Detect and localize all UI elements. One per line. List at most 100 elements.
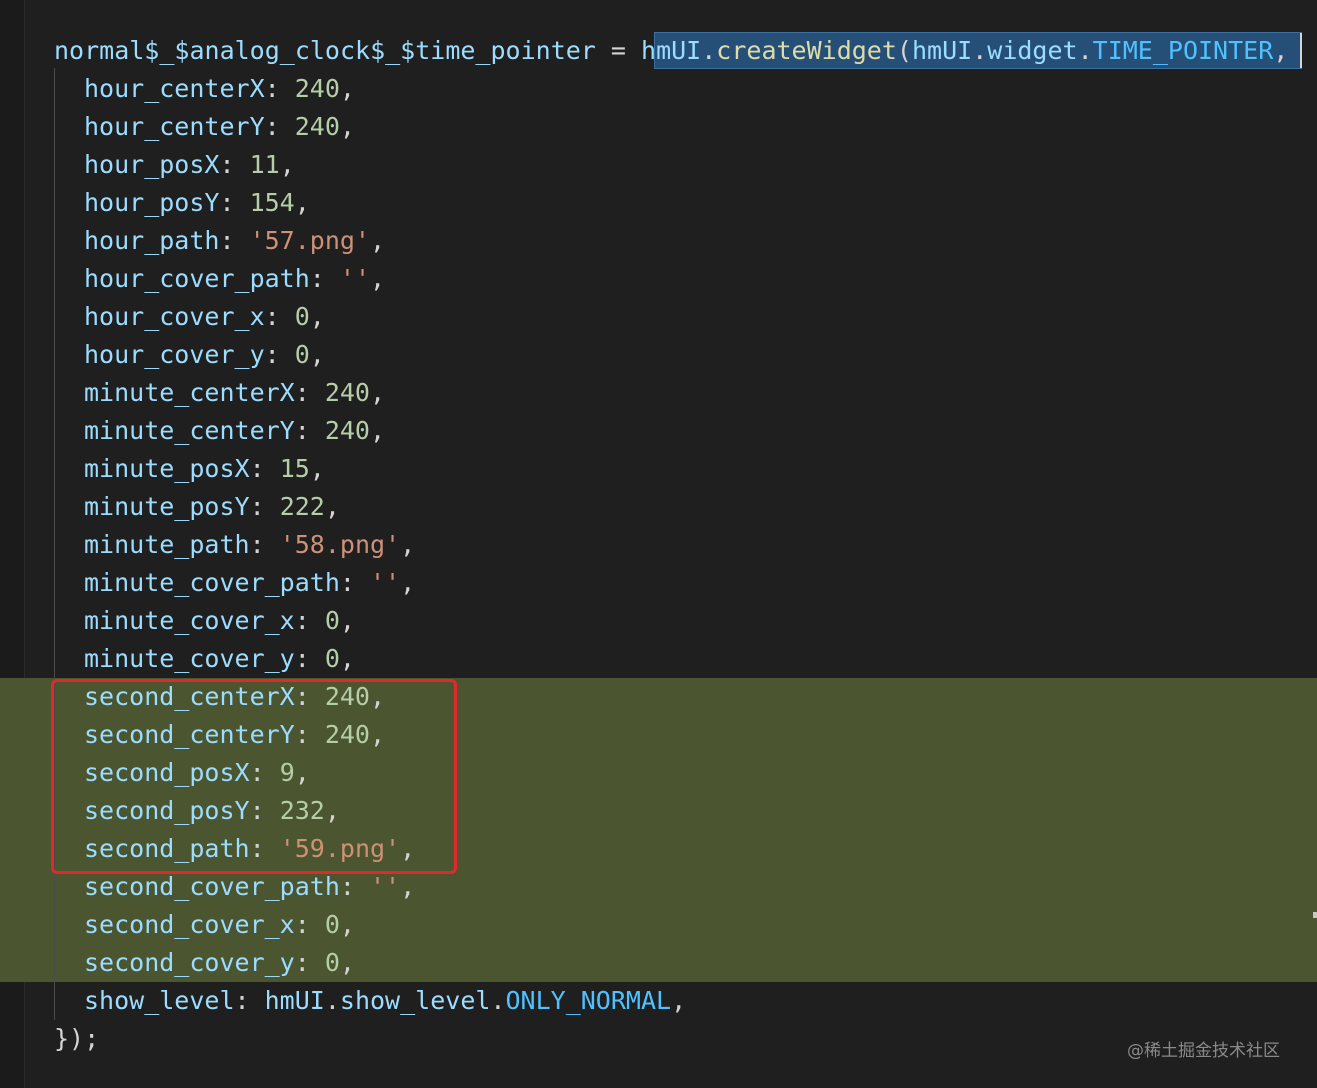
comma-token: ,	[369, 416, 386, 445]
property-value: 15	[279, 454, 310, 483]
property-key: second_cover_y	[84, 948, 295, 977]
code-line-property[interactable]: hour_cover_y: 0,	[54, 336, 1288, 374]
code-line-property[interactable]: minute_cover_y: 0,	[54, 640, 1288, 678]
comma-token: ,	[339, 910, 355, 939]
code-line-property[interactable]: minute_cover_x: 0,	[54, 602, 1288, 640]
code-line-property[interactable]: minute_cover_path: '',	[54, 564, 1288, 602]
code-line-property[interactable]: hour_cover_path: '',	[54, 260, 1288, 298]
code-line-property[interactable]: minute_posX: 15,	[54, 450, 1288, 488]
property-value: 0	[294, 340, 310, 369]
comma-token: ,	[339, 112, 355, 141]
property-value: ''	[339, 264, 370, 293]
property-key: minute_posX	[84, 454, 250, 483]
property-key: minute_path	[84, 530, 250, 559]
comma-token: ,	[369, 378, 386, 407]
closing-token: });	[54, 1024, 100, 1053]
property-key: minute_posY	[84, 492, 250, 521]
var-name-token: normal$_$analog_clock$_$time_pointer	[54, 36, 596, 65]
separator-token: :	[294, 644, 325, 673]
separator-token: :	[264, 302, 295, 331]
comma-token: ,	[279, 150, 295, 179]
property-token: widget	[987, 36, 1078, 65]
separator-token: :	[264, 112, 295, 141]
code-line-property[interactable]: hour_cover_x: 0,	[54, 298, 1288, 336]
code-line-property[interactable]: hour_path: '57.png',	[54, 222, 1288, 260]
comma-token: ,	[294, 188, 310, 217]
property-value: 0	[324, 910, 340, 939]
code-line-property[interactable]: second_cover_x: 0,	[54, 906, 1288, 944]
code-line-property[interactable]: hour_posY: 154,	[54, 184, 1288, 222]
comma-token: ,	[400, 530, 416, 559]
separator-token: :	[294, 606, 325, 635]
property-key: minute_centerY	[84, 416, 295, 445]
annotation-highlight-box	[51, 679, 457, 874]
code-line-property[interactable]: minute_centerY: 240,	[54, 412, 1288, 450]
code-line-show-level[interactable]: show_level: hmUI.show_level.ONLY_NORMAL,	[54, 982, 1288, 1020]
assign-token: =	[595, 36, 642, 65]
separator-token: :	[294, 378, 325, 407]
code-lines[interactable]: normal$_$analog_clock$_$time_pointer = h…	[54, 32, 1288, 1058]
property-key: hour_cover_path	[84, 264, 310, 293]
property-value: 222	[279, 492, 325, 521]
code-line-header[interactable]: normal$_$analog_clock$_$time_pointer = h…	[54, 32, 1288, 70]
comma-token: ,	[339, 948, 355, 977]
comma-token: ,	[400, 872, 416, 901]
object-token: hmUI	[911, 36, 973, 65]
code-line-property[interactable]: minute_centerX: 240,	[54, 374, 1288, 412]
separator-token: :	[219, 188, 250, 217]
comma-token: ,	[339, 644, 355, 673]
property-key: hour_path	[84, 226, 220, 255]
comma-token: ,	[370, 264, 386, 293]
code-line-closing[interactable]: });	[54, 1020, 1288, 1058]
separator-token: :	[339, 568, 370, 597]
comma-token: ,	[309, 340, 325, 369]
property-value: 0	[324, 606, 340, 635]
comma-token: ,	[370, 226, 386, 255]
code-line-property[interactable]: second_cover_y: 0,	[54, 944, 1288, 982]
constant-token: TIME_POINTER	[1092, 36, 1274, 65]
property-value: 0	[324, 644, 340, 673]
separator-token: :	[249, 530, 280, 559]
property-key: second_cover_x	[84, 910, 295, 939]
property-value: 0	[294, 302, 310, 331]
property-value: 240	[324, 416, 370, 445]
paren-token: (	[896, 36, 912, 65]
separator-token: :	[309, 264, 340, 293]
text-cursor	[1300, 33, 1302, 68]
property-key: hour_centerX	[84, 74, 265, 103]
property-value: 240	[324, 378, 370, 407]
separator-token: :	[294, 416, 325, 445]
scrollbar-marker	[1313, 912, 1317, 918]
property-value: ''	[369, 568, 401, 597]
comma-token: ,	[1273, 36, 1289, 65]
code-line-property[interactable]: minute_posY: 222,	[54, 488, 1288, 526]
separator-token: :	[264, 340, 295, 369]
property-value: '57.png'	[249, 226, 370, 255]
object-token: hmUI	[641, 36, 702, 65]
code-line-property[interactable]: hour_centerY: 240,	[54, 108, 1288, 146]
separator-token: :	[249, 492, 280, 521]
dot-token: .	[972, 36, 988, 65]
property-value: 0	[324, 948, 340, 977]
property-key: hour_cover_y	[84, 340, 265, 369]
property-key: hour_posX	[84, 150, 220, 179]
property-key: hour_posY	[84, 188, 220, 217]
separator-token: :	[219, 226, 250, 255]
comma-token: ,	[309, 454, 325, 483]
code-line-property[interactable]: hour_posX: 11,	[54, 146, 1288, 184]
property-value: ''	[369, 872, 401, 901]
comma-token: ,	[339, 606, 355, 635]
separator-token: :	[249, 454, 280, 483]
property-key: show_level	[84, 986, 235, 1015]
property-value: 11	[249, 150, 280, 179]
code-line-property[interactable]: hour_centerX: 240,	[54, 70, 1288, 108]
dot-token: .	[701, 36, 717, 65]
code-line-property[interactable]: minute_path: '58.png',	[54, 526, 1288, 564]
watermark-text: @稀土掘金技术社区	[1127, 1041, 1280, 1061]
property-token: show_level	[339, 986, 491, 1015]
property-key: minute_cover_path	[84, 568, 340, 597]
comma-token: ,	[671, 986, 687, 1015]
code-editor[interactable]: normal$_$analog_clock$_$time_pointer = h…	[0, 0, 1317, 1088]
separator-token: :	[264, 74, 295, 103]
constant-token: ONLY_NORMAL	[505, 986, 672, 1015]
